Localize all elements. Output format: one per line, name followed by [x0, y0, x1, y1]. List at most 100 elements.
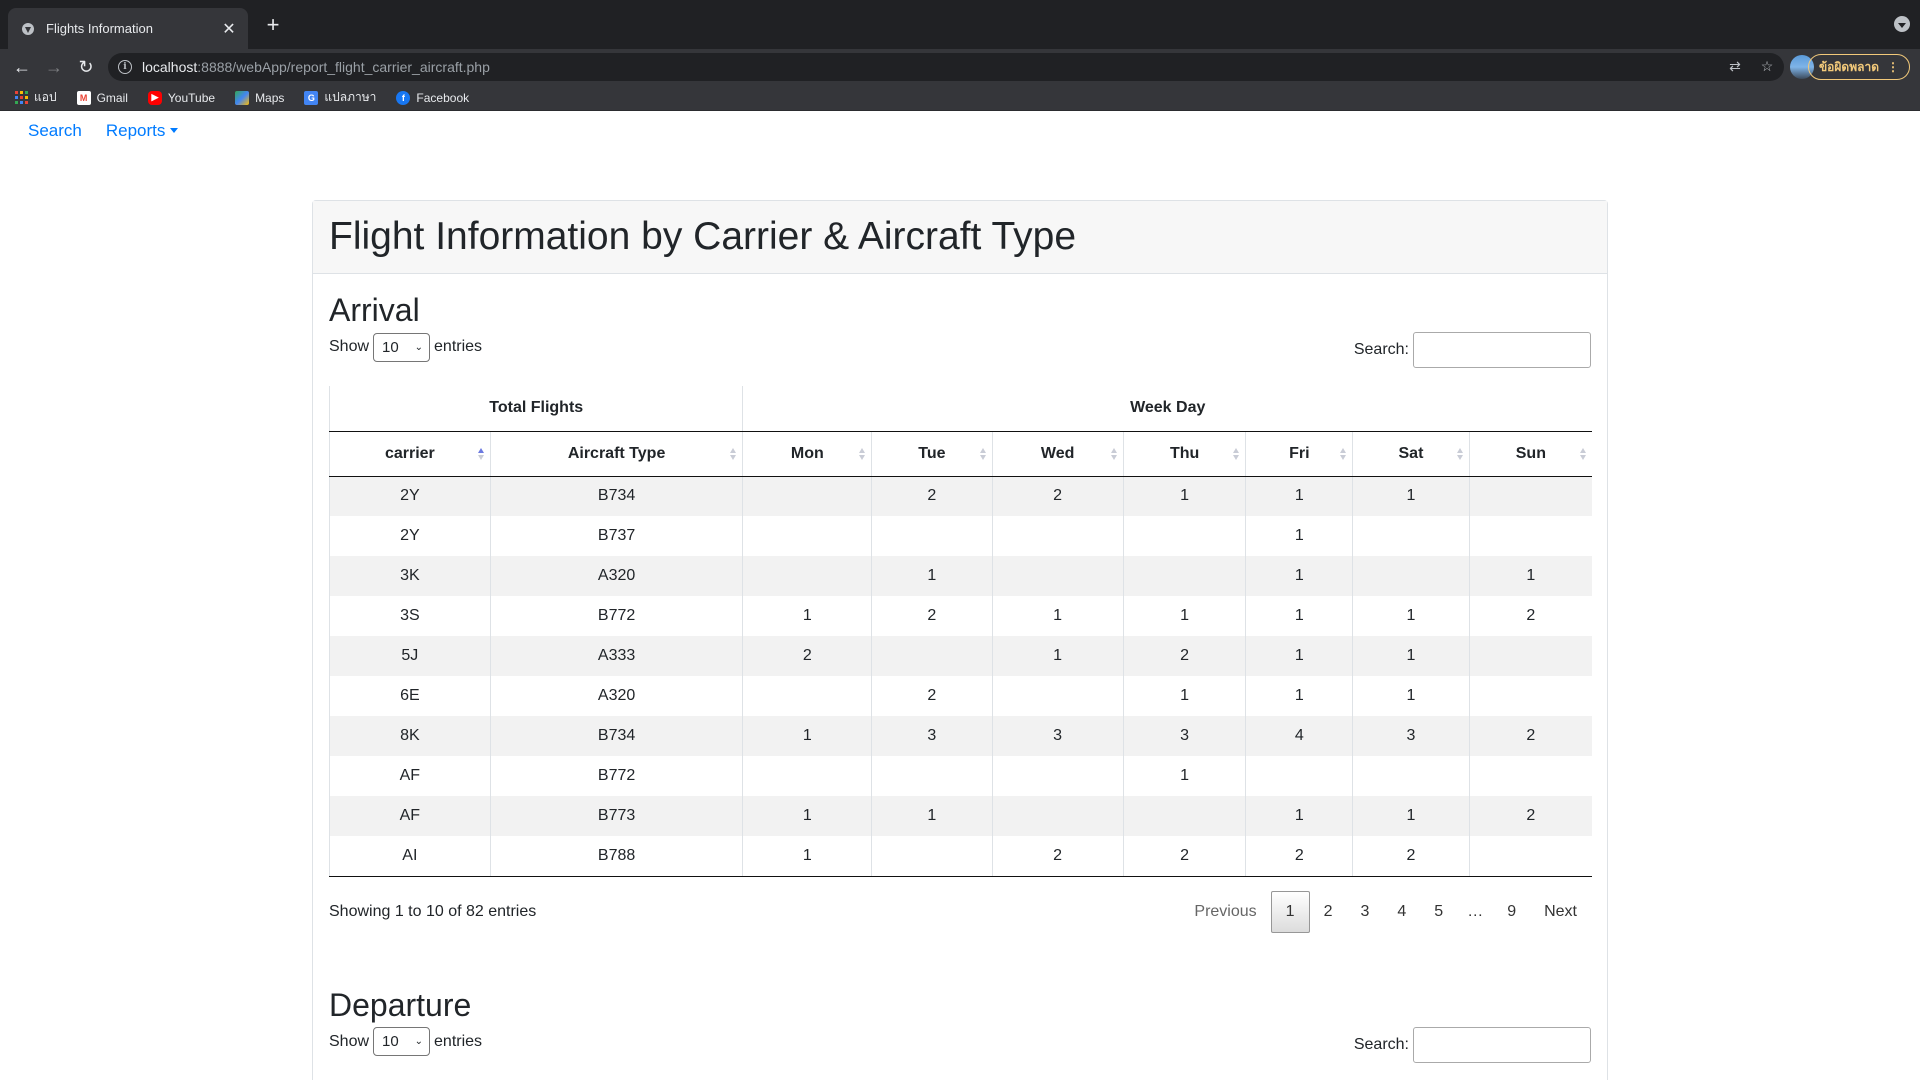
departure-controls: Show 10 ⌄ entries Search:: [329, 1025, 1591, 1065]
pagination-next-button[interactable]: Next: [1530, 891, 1591, 933]
close-tab-icon[interactable]: ✕: [220, 19, 238, 39]
bookmark-translate[interactable]: G แปลภาษา: [304, 88, 376, 107]
report-card: Flight Information by Carrier & Aircraft…: [312, 200, 1608, 1080]
pagination-page-button[interactable]: 1: [1270, 890, 1310, 933]
bookmark-gmail[interactable]: M Gmail: [76, 90, 128, 105]
pagination-ellipsis: …: [1467, 902, 1484, 920]
table-row: 2Y B737 1: [329, 516, 1593, 556]
favicon-icon: [20, 21, 36, 37]
forward-icon[interactable]: →: [40, 53, 68, 81]
table-cell: 1: [1245, 516, 1354, 556]
column-header-sat[interactable]: Sat: [1352, 431, 1470, 477]
bookmark-star-icon[interactable]: ☆: [1758, 58, 1776, 75]
card-body: Arrival Show 10 ⌄ entries Search: Total …: [313, 290, 1607, 1065]
bookmark-maps[interactable]: Maps: [235, 90, 284, 105]
pagination-page-button[interactable]: 5: [1420, 891, 1457, 933]
table-cell: [1123, 516, 1247, 556]
youtube-icon: ▶: [147, 90, 162, 105]
table-cell: A333: [490, 636, 744, 676]
table-cell: [742, 676, 873, 716]
table-cell: [871, 516, 993, 556]
table-cell: B788: [490, 836, 744, 877]
sort-icon: [1110, 447, 1117, 460]
table-cell: [1245, 756, 1354, 796]
pagination-page-button[interactable]: 9: [1493, 891, 1530, 933]
table-cell: B772: [490, 756, 744, 796]
column-header-sun[interactable]: Sun: [1469, 431, 1592, 477]
table-cell: 2Y: [329, 516, 491, 556]
arrival-heading: Arrival: [329, 292, 420, 328]
arrival-entries-select[interactable]: 10 ⌄: [373, 332, 431, 362]
table-cell: 2: [871, 596, 993, 636]
maps-icon: [235, 90, 250, 105]
arrival-search-input[interactable]: [1413, 332, 1591, 368]
table-cell: 4: [1245, 716, 1354, 756]
pagination-page-button[interactable]: 3: [1346, 891, 1383, 933]
translate-icon[interactable]: ⇄: [1726, 58, 1744, 75]
departure-search-input[interactable]: [1413, 1026, 1591, 1063]
table-cell: 1: [742, 596, 873, 636]
site-info-icon[interactable]: i: [118, 60, 132, 74]
address-bar[interactable]: i localhost:8888/webApp/report_flight_ca…: [108, 53, 1784, 81]
column-header-carrier[interactable]: carrier: [329, 431, 491, 477]
bookmark-facebook[interactable]: f Facebook: [396, 90, 469, 105]
bookmark-apps[interactable]: แอป: [14, 88, 57, 107]
back-icon[interactable]: ←: [8, 53, 36, 81]
table-cell: B737: [490, 516, 744, 556]
nav-reports-label: Reports: [105, 121, 166, 140]
column-header-mon[interactable]: Mon: [742, 431, 873, 477]
table-cell: 1: [1245, 796, 1354, 836]
pagination-previous-button[interactable]: Previous: [1180, 891, 1270, 933]
column-header-thu[interactable]: Thu: [1123, 431, 1247, 477]
table-cell: 1: [1352, 796, 1470, 836]
table-cell: 2: [1123, 836, 1247, 877]
column-header-wed[interactable]: Wed: [992, 431, 1124, 477]
departure-length-control: Show 10 ⌄ entries: [329, 1027, 482, 1056]
sort-icon: [979, 447, 986, 460]
pagination-page-button[interactable]: 2: [1310, 891, 1347, 933]
table-cell: [1352, 556, 1470, 596]
reload-icon[interactable]: ↻: [72, 53, 100, 81]
arrival-search: Search:: [1354, 332, 1591, 368]
table-cell: 2: [871, 476, 993, 516]
table-cell: 1: [871, 796, 993, 836]
column-header-aircraft-type[interactable]: Aircraft Type: [490, 431, 744, 477]
table-cell: B773: [490, 796, 744, 836]
table-cell: AI: [329, 836, 491, 877]
table-cell: 3: [1123, 716, 1247, 756]
page-content: Search Reports Flight Information by Car…: [0, 111, 1920, 1080]
table-cell: 1: [1352, 636, 1470, 676]
url-host: localhost: [142, 59, 198, 75]
nav-search-link[interactable]: Search: [16, 113, 94, 149]
table-cell: 3: [1352, 716, 1470, 756]
browser-tab[interactable]: Flights Information ✕: [8, 8, 248, 49]
table-row: 3K A320 1 1 1: [329, 556, 1592, 596]
arrival-footer: Showing 1 to 10 of 82 entries Previous 1 2…: [329, 890, 1591, 933]
table-cell: 1: [1245, 596, 1354, 636]
departure-entries-select[interactable]: 10 ⌄: [373, 1027, 431, 1056]
table-cell: [1352, 756, 1470, 796]
column-header-label: Fri: [1289, 444, 1310, 462]
card-header: Flight Information by Carrier & Aircraft…: [313, 201, 1607, 274]
update-button[interactable]: ข้อผิดพลาด ⋮: [1807, 54, 1910, 80]
bookmark-label: YouTube: [167, 90, 216, 105]
table-row: 8K B734 1 3 3 3 4 3 2: [329, 716, 1592, 756]
table-cell: [742, 756, 873, 796]
table-cell: 3: [992, 716, 1124, 756]
table-cell: [992, 756, 1124, 796]
sort-icon: [730, 447, 737, 460]
bookmark-youtube[interactable]: ▶ YouTube: [147, 90, 216, 105]
bookmark-label: แอป: [34, 90, 57, 104]
tab-search-icon[interactable]: [1894, 16, 1910, 32]
entries-value: 10: [382, 338, 399, 356]
new-tab-icon[interactable]: +: [260, 12, 286, 38]
table-row: 6E A320 2 1 1 1: [329, 676, 1593, 716]
entries-value: 10: [382, 1033, 399, 1050]
nav-reports-dropdown[interactable]: Reports: [94, 113, 191, 149]
table-row: AF B773 1 1 1 1 2: [329, 796, 1592, 836]
column-header-tue[interactable]: Tue: [871, 431, 993, 477]
table-cell: 1: [1352, 596, 1470, 636]
column-header-fri[interactable]: Fri: [1245, 431, 1354, 477]
sort-icon: [477, 447, 484, 460]
pagination-page-button[interactable]: 4: [1383, 891, 1420, 933]
